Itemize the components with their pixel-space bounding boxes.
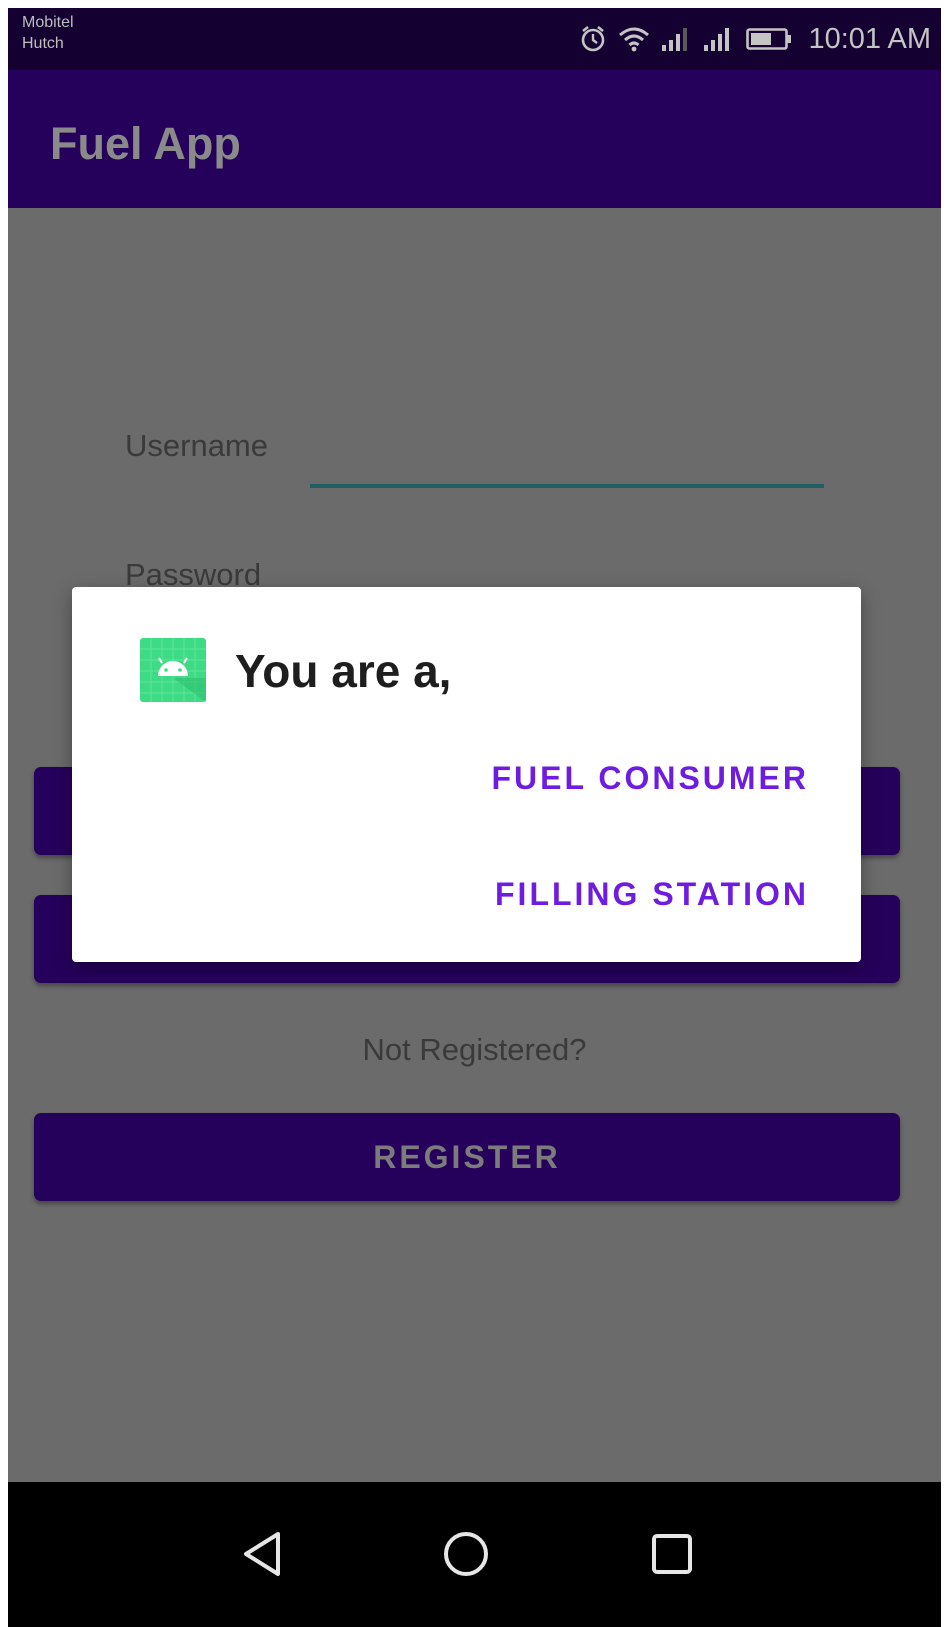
filling-station-option[interactable]: FILLING STATION (495, 876, 809, 913)
signal-icon (704, 27, 734, 51)
username-input[interactable] (310, 424, 824, 488)
dialog-title: You are a, (235, 645, 452, 697)
navigation-bar (8, 1482, 941, 1627)
carrier-primary: Mobitel (22, 14, 74, 31)
signal-icon (662, 27, 692, 51)
carrier-info: Mobitel Hutch (22, 12, 74, 54)
battery-icon (746, 27, 792, 51)
not-registered-text: Not Registered? (362, 1032, 587, 1067)
clock: 10:01 AM (808, 22, 931, 55)
recents-icon[interactable] (640, 1522, 704, 1586)
carrier-secondary: Hutch (22, 35, 64, 52)
status-bar: Mobitel Hutch 10:01 AM (8, 8, 941, 70)
app-bar: Fuel App (8, 70, 941, 208)
app-screen: Mobitel Hutch 10:01 AM Fuel App Username… (8, 8, 941, 1627)
fuel-consumer-option[interactable]: FUEL CONSUMER (491, 760, 809, 797)
app-title: Fuel App (50, 118, 241, 169)
android-app-icon (140, 638, 206, 702)
alarm-icon (580, 25, 606, 53)
back-icon[interactable] (230, 1522, 294, 1586)
username-label: Username (125, 428, 268, 463)
wifi-icon (618, 26, 650, 52)
role-dialog: You are a, FUEL CONSUMER FILLING STATION (72, 587, 861, 962)
home-icon[interactable] (434, 1522, 498, 1586)
register-button[interactable]: REGISTER (34, 1113, 900, 1201)
status-icons: 10:01 AM (580, 22, 931, 56)
